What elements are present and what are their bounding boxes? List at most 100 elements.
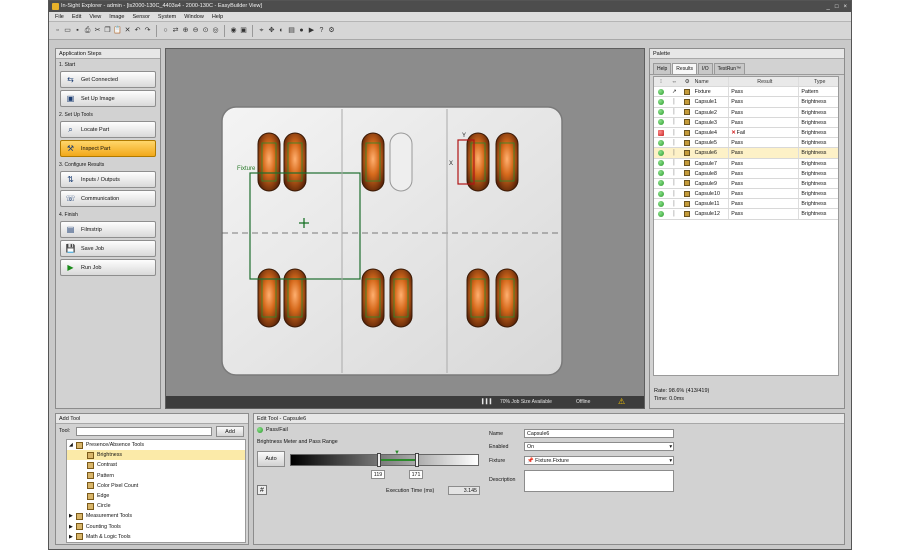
- table-row[interactable]: │ Capsule8 Pass Brightness: [654, 168, 838, 179]
- minimize-icon[interactable]: _: [827, 2, 830, 13]
- enabled-select[interactable]: On ▾: [524, 442, 674, 451]
- tree-item[interactable]: ▶ Counting Tools: [67, 522, 245, 532]
- chevron-right-icon[interactable]: ▶: [69, 532, 73, 542]
- zoom-in-icon[interactable]: ⊕: [181, 26, 190, 35]
- tab-help[interactable]: Help: [653, 63, 672, 74]
- config-icon[interactable]: ⚙: [327, 26, 336, 35]
- camera-image[interactable]: Fixture Y X: [166, 49, 644, 396]
- step-inputs-outputs[interactable]: ⇅ Inputs / Outputs: [60, 171, 156, 188]
- tool-filter-input[interactable]: [76, 427, 212, 436]
- menu-item-view[interactable]: View: [89, 12, 101, 21]
- menu-item-system[interactable]: System: [158, 12, 176, 21]
- tree-item[interactable]: ▶ Math & Logic Tools: [67, 532, 245, 542]
- grid-icon[interactable]: #: [257, 485, 267, 495]
- tree-item[interactable]: Contrast: [67, 460, 245, 470]
- delete-icon[interactable]: ✕: [123, 26, 132, 35]
- table-row[interactable]: ↗ Fixture Pass Pattern: [654, 87, 838, 98]
- tab-results[interactable]: Results: [672, 63, 697, 74]
- column-header-name[interactable]: Name: [694, 77, 729, 86]
- cut-icon[interactable]: ✂: [93, 26, 102, 35]
- warning-icon[interactable]: ⚠: [618, 396, 625, 408]
- chevron-right-icon[interactable]: ▶: [69, 511, 73, 521]
- live-icon[interactable]: ⇄: [171, 26, 180, 35]
- menu-item-sensor[interactable]: Sensor: [132, 12, 149, 21]
- table-row[interactable]: │ Capsule2 Pass Brightness: [654, 107, 838, 118]
- zoom-out-icon[interactable]: ⊖: [191, 26, 200, 35]
- table-row[interactable]: │ Capsule10 Pass Brightness: [654, 189, 838, 200]
- chevron-right-icon[interactable]: ▶: [69, 522, 73, 532]
- online-icon[interactable]: ◉: [229, 26, 238, 35]
- image-display[interactable]: Fixture Y X ▍▍▍ 70% Job Size Available O…: [165, 48, 645, 409]
- column-header-result[interactable]: Result: [728, 77, 798, 87]
- close-icon[interactable]: ×: [843, 2, 847, 13]
- select-icon[interactable]: ⌖: [257, 26, 266, 35]
- tree-item[interactable]: ◢ Presence/Absence Tools: [67, 440, 245, 450]
- table-row[interactable]: │ Capsule1 Pass Brightness: [654, 97, 838, 108]
- tree-item[interactable]: Edge: [67, 491, 245, 501]
- table-row[interactable]: │ Capsule11 Pass Brightness: [654, 199, 838, 210]
- step-inspect-part[interactable]: ⚒ Inspect Part: [60, 140, 156, 157]
- step-filmstrip[interactable]: ▤ Filmstrip: [60, 221, 156, 238]
- step-run-job[interactable]: ▶ Run Job: [60, 259, 156, 276]
- low-threshold-value[interactable]: 119: [371, 470, 385, 479]
- row-type: Brightness: [798, 189, 838, 199]
- link-cell: ↗: [668, 87, 681, 96]
- chevron-down-icon[interactable]: ▾: [669, 443, 672, 451]
- zoom-100-icon[interactable]: ◎: [211, 26, 220, 35]
- column-header-type[interactable]: Type: [798, 77, 838, 87]
- name-field[interactable]: Capsule6: [524, 429, 674, 438]
- camera-icon[interactable]: ▣: [239, 26, 248, 35]
- save-icon[interactable]: ▪: [73, 26, 82, 35]
- chevron-down-icon[interactable]: ▾: [669, 457, 672, 465]
- trigger-icon[interactable]: ○: [161, 26, 170, 35]
- table-row[interactable]: │ Capsule9 Pass Brightness: [654, 178, 838, 190]
- menu-item-file[interactable]: File: [55, 12, 64, 21]
- step-get-connected[interactable]: ⇆ Get Connected: [60, 71, 156, 88]
- open-icon[interactable]: ▭: [63, 26, 72, 35]
- paste-icon[interactable]: 📋: [113, 26, 122, 35]
- auto-button[interactable]: Auto: [257, 451, 285, 467]
- graphics-icon[interactable]: ◐: [277, 26, 286, 35]
- chevron-down-icon[interactable]: ◢: [69, 440, 73, 450]
- filmstrip-icon[interactable]: ▤: [287, 26, 296, 35]
- job-size-indicator-icon: ▍▍▍: [482, 399, 494, 405]
- tree-item[interactable]: Brightness: [67, 450, 245, 461]
- step-communication[interactable]: ☏ Communication: [60, 190, 156, 207]
- step-set-up-image[interactable]: ▣ Set Up Image: [60, 90, 156, 107]
- tree-item[interactable]: Color Pixel Count: [67, 481, 245, 491]
- table-row[interactable]: │ Capsule4 ✕Fail Brightness: [654, 127, 838, 139]
- maximize-icon[interactable]: □: [835, 2, 839, 13]
- description-textarea[interactable]: [524, 470, 674, 492]
- zoom-fit-icon[interactable]: ⊙: [201, 26, 210, 35]
- results-table: ⁝ ⇔ ⚙ Name Result Type ↗ Fixture Pass Patte…: [653, 76, 839, 376]
- table-row[interactable]: │ Capsule6 Pass Brightness: [654, 148, 838, 159]
- menu-item-help[interactable]: Help: [212, 12, 223, 21]
- menu-item-image[interactable]: Image: [109, 12, 124, 21]
- high-threshold-value[interactable]: 171: [409, 470, 423, 479]
- help-icon[interactable]: ?: [317, 26, 326, 35]
- step-locate-part[interactable]: ⌕ Locate Part: [60, 121, 156, 138]
- record-icon[interactable]: ●: [297, 26, 306, 35]
- menu-item-window[interactable]: Window: [184, 12, 204, 21]
- playback-icon[interactable]: ▶: [307, 26, 316, 35]
- add-tool-button[interactable]: Add: [216, 426, 244, 437]
- step-save-job[interactable]: 💾 Save Job: [60, 240, 156, 257]
- tree-item[interactable]: Pattern: [67, 471, 245, 481]
- tree-item[interactable]: Circle: [67, 501, 245, 511]
- pan-icon[interactable]: ✥: [267, 26, 276, 35]
- new-icon[interactable]: ▫: [53, 26, 62, 35]
- tab-io[interactable]: I/O: [697, 63, 713, 74]
- tab-testrun[interactable]: TestRun™: [713, 63, 745, 74]
- menu-item-edit[interactable]: Edit: [72, 12, 81, 21]
- table-row[interactable]: │ Capsule7 Pass Brightness: [654, 158, 838, 169]
- table-row[interactable]: │ Capsule12 Pass Brightness: [654, 209, 838, 220]
- high-threshold-handle[interactable]: [415, 453, 419, 467]
- copy-icon[interactable]: ❐: [103, 26, 112, 35]
- table-row[interactable]: │ Capsule3 Pass Brightness: [654, 117, 838, 128]
- undo-icon[interactable]: ↶: [133, 26, 142, 35]
- tree-item[interactable]: ▶ Measurement Tools: [67, 511, 245, 521]
- print-icon[interactable]: ⎙: [83, 26, 92, 35]
- table-row[interactable]: │ Capsule5 Pass Brightness: [654, 138, 838, 149]
- fixture-select[interactable]: 📌 Fixture.Fixture ▾: [524, 456, 674, 465]
- redo-icon[interactable]: ↷: [143, 26, 152, 35]
